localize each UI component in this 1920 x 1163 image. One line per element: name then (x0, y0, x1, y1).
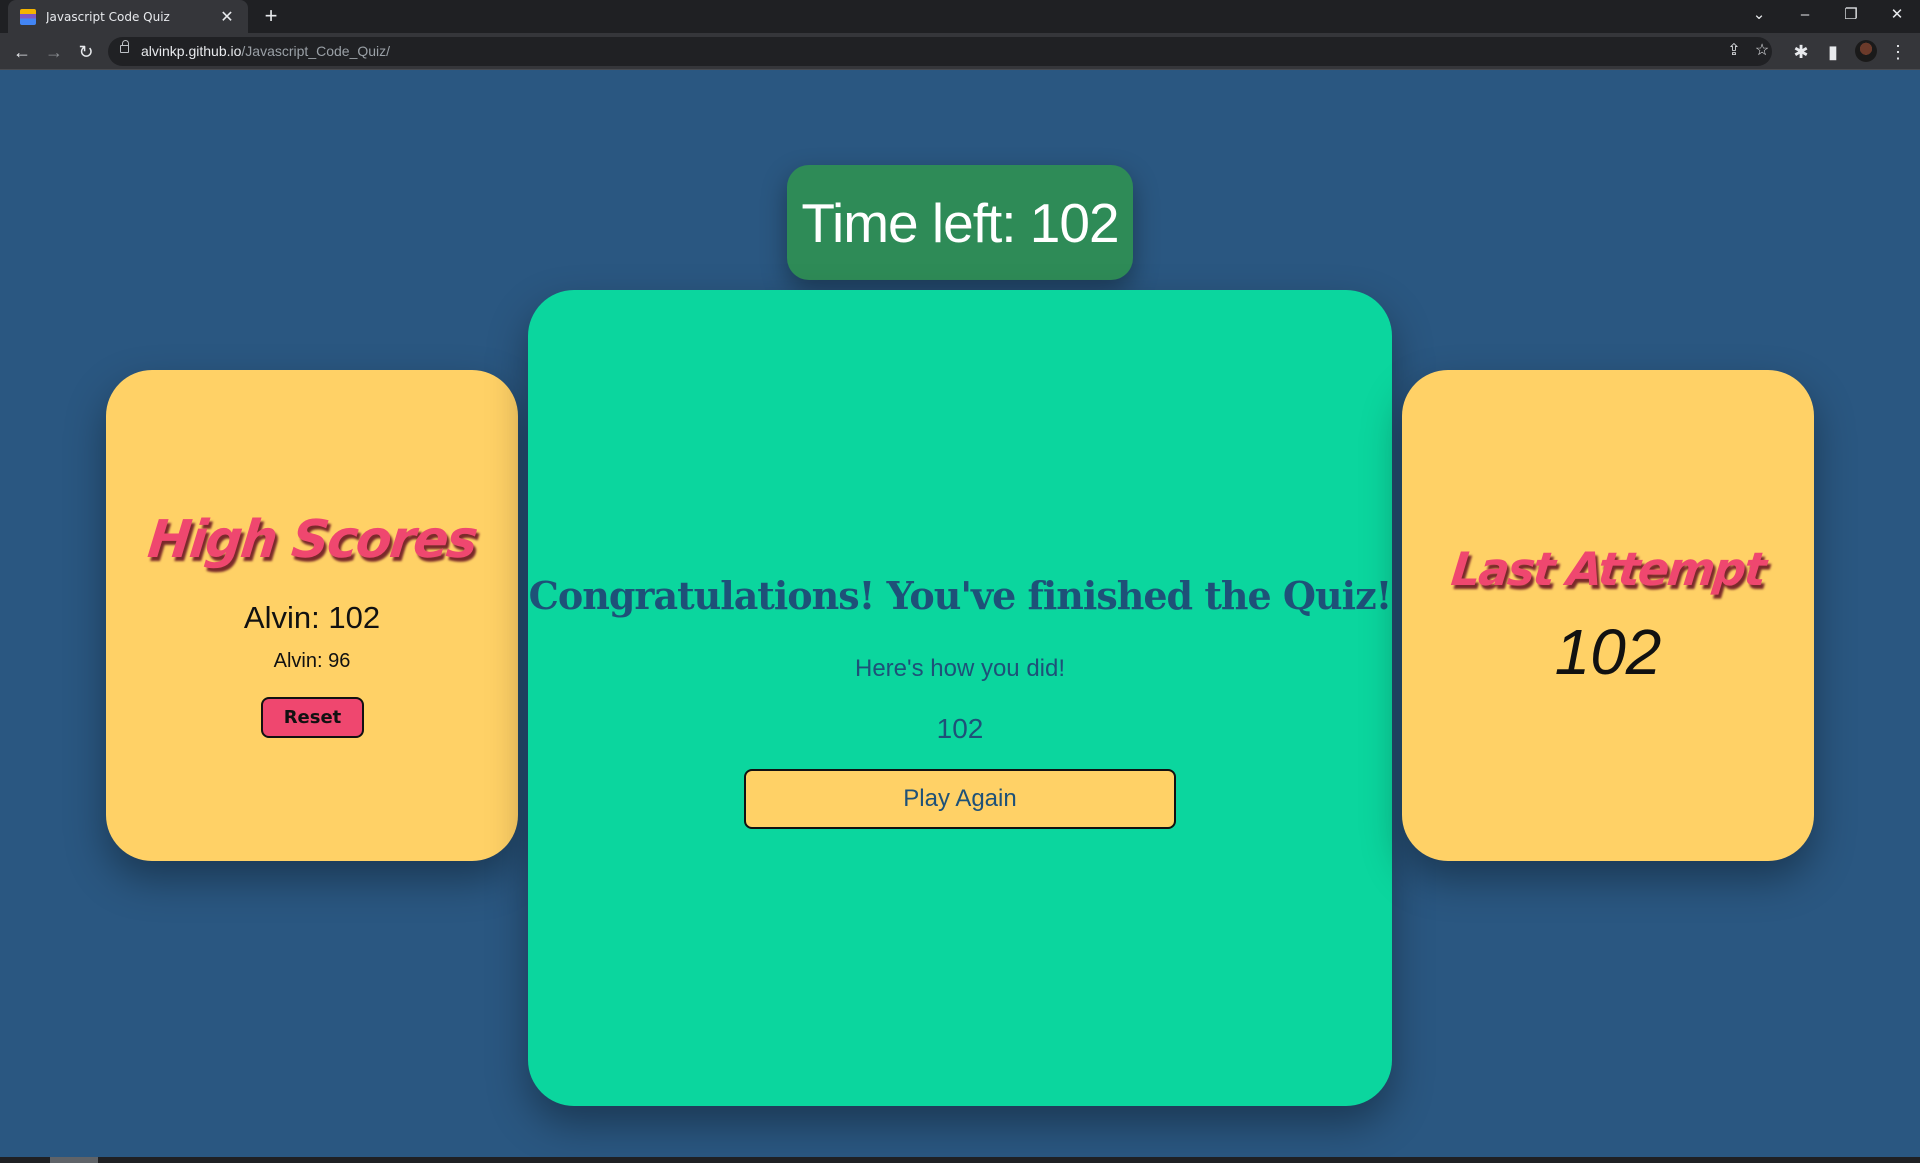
tab-title: Javascript Code Quiz (46, 9, 170, 24)
browser-toolbar: ← → ↻ alvinkp.github.io/Javascript_Code_… (0, 33, 1920, 70)
tab-close-icon[interactable]: ✕ (218, 7, 236, 27)
high-score-entry: Alvin: 102 (243, 600, 381, 635)
time-left-display: Time left: 102 (787, 165, 1133, 280)
last-attempt-score: 102 (1554, 616, 1662, 688)
forward-icon[interactable]: → (40, 38, 68, 66)
tab-search-icon[interactable]: ⌄ (1736, 0, 1782, 33)
last-attempt-title: Last Attempt (1448, 542, 1768, 596)
profile-avatar[interactable] (1855, 40, 1877, 62)
url-host: alvinkp.github.io (141, 43, 242, 59)
close-window-icon[interactable]: ✕ (1874, 0, 1920, 33)
side-panel-icon[interactable]: ▮ (1819, 38, 1847, 66)
result-subtext: Here's how you did! (854, 655, 1066, 682)
restore-icon[interactable]: ❐ (1828, 0, 1874, 33)
taskbar-strip (0, 1157, 1920, 1163)
play-again-button[interactable]: Play Again (744, 769, 1176, 829)
new-tab-button[interactable]: + (258, 4, 284, 30)
last-attempt-card: Last Attempt 102 (1402, 370, 1814, 861)
quiz-result-card: Congratulations! You've finished the Qui… (528, 290, 1392, 1106)
share-icon[interactable]: ⇪ (1722, 40, 1746, 60)
back-icon[interactable]: ← (8, 38, 36, 66)
final-score: 102 (936, 713, 984, 744)
site-favicon-icon (20, 8, 36, 25)
bookmark-star-icon[interactable]: ☆ (1750, 40, 1774, 60)
high-scores-card: High Scores Alvin: 102 Alvin: 96 Reset (106, 370, 518, 861)
high-scores-title: High Scores (145, 510, 479, 570)
congratulations-heading: Congratulations! You've finished the Qui… (528, 573, 1393, 618)
browser-menu-icon[interactable]: ⋮ (1884, 38, 1912, 66)
url-path: /Javascript_Code_Quiz/ (241, 43, 391, 59)
high-score-entry: Alvin: 96 (273, 650, 351, 672)
extensions-icon[interactable]: ✱ (1787, 38, 1815, 66)
reset-button[interactable]: Reset (261, 697, 364, 738)
taskbar-indicator (50, 1157, 98, 1163)
reload-icon[interactable]: ↻ (72, 38, 100, 66)
browser-tab[interactable]: Javascript Code Quiz ✕ (8, 0, 248, 33)
address-url[interactable]: alvinkp.github.io/Javascript_Code_Quiz/ (141, 43, 390, 59)
address-bar[interactable]: alvinkp.github.io/Javascript_Code_Quiz/ … (108, 37, 1772, 66)
minimize-icon[interactable]: – (1782, 0, 1828, 33)
browser-tab-strip: Javascript Code Quiz ✕ + ⌄ – ❐ ✕ (0, 0, 1920, 33)
lock-icon[interactable] (120, 40, 129, 53)
